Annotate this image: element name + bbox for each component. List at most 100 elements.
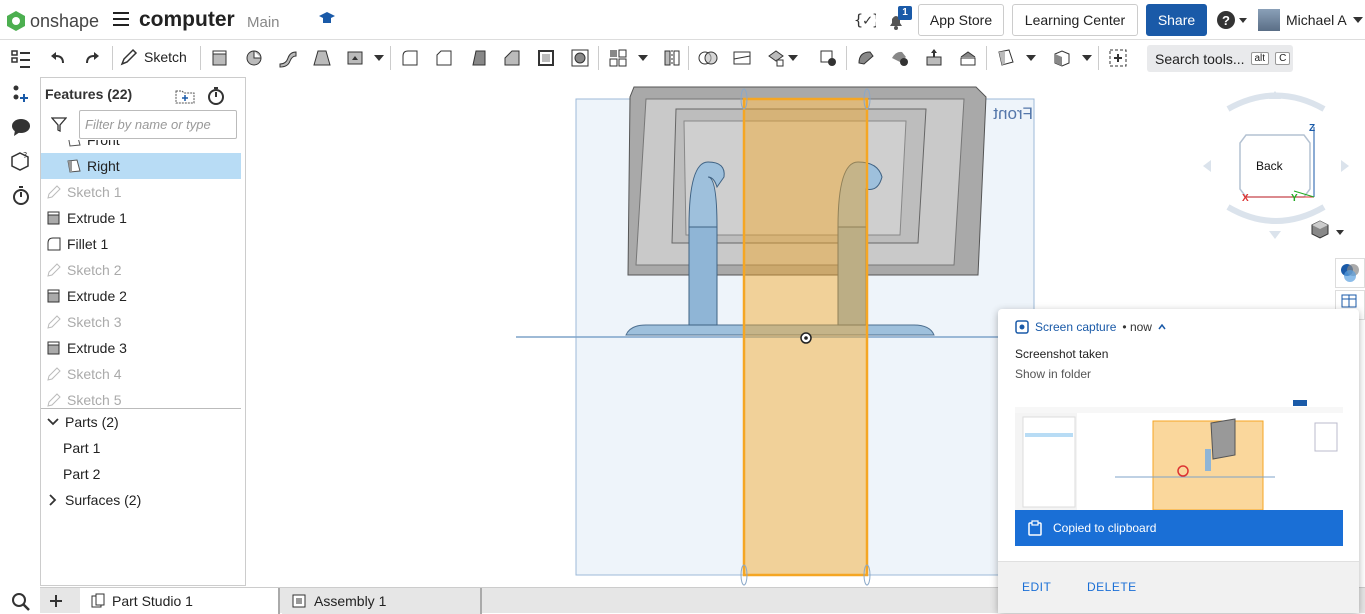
feature-item-sketch-4[interactable]: Sketch 4 xyxy=(41,361,241,387)
undo-icon[interactable] xyxy=(48,48,68,68)
sketch-button[interactable]: Sketch xyxy=(120,48,187,66)
assembly-icon xyxy=(292,594,306,608)
help-icon[interactable]: ? xyxy=(1216,10,1248,30)
shell-icon[interactable] xyxy=(536,48,556,68)
extrude-icon[interactable] xyxy=(210,48,230,68)
thicken-icon[interactable] xyxy=(346,48,366,68)
view-orientation-icon[interactable] xyxy=(1052,48,1072,68)
modify-fillet-icon[interactable] xyxy=(856,48,876,68)
stand-post-left[interactable] xyxy=(688,226,718,326)
share-button[interactable]: Share xyxy=(1146,4,1207,36)
app-store-button[interactable]: App Store xyxy=(918,4,1004,36)
appearance-panel-button[interactable] xyxy=(1335,258,1365,288)
parts-info-icon[interactable]: ? xyxy=(10,150,32,172)
hole-icon[interactable] xyxy=(570,48,590,68)
learning-center-button[interactable]: Learning Center xyxy=(1012,4,1138,36)
rollback-timer-icon[interactable] xyxy=(206,86,226,106)
stopwatch-icon[interactable] xyxy=(10,184,32,206)
show-in-folder-link[interactable]: Show in folder xyxy=(1015,367,1091,381)
document-title[interactable]: computer xyxy=(139,8,235,32)
toolbar-divider xyxy=(598,46,599,70)
surfaces-group-header[interactable]: Surfaces (2) xyxy=(41,487,241,513)
fillet-icon[interactable] xyxy=(400,48,420,68)
feature-list-icon[interactable] xyxy=(10,48,32,70)
redo-icon[interactable] xyxy=(82,48,102,68)
screenshot-thumbnail[interactable] xyxy=(1015,399,1343,510)
mirror-icon[interactable] xyxy=(662,48,682,68)
draft-icon[interactable] xyxy=(468,48,488,68)
parts-group-header[interactable]: Parts (2) xyxy=(41,409,241,435)
plane-icon xyxy=(68,140,81,147)
axis-x-label: X xyxy=(1242,193,1249,204)
view-cube-face-label: Back xyxy=(1256,159,1284,173)
pattern-icon[interactable] xyxy=(608,48,628,68)
filter-input[interactable]: Filter by name or type xyxy=(79,110,237,139)
chevron-down-icon[interactable] xyxy=(638,55,648,61)
view-display-mode-icon[interactable] xyxy=(1311,220,1344,239)
notification-actions: EDIT DELETE xyxy=(998,561,1359,613)
branch-label[interactable]: Main xyxy=(247,14,280,31)
feature-item-fillet-1[interactable]: Fillet 1 xyxy=(41,231,241,257)
loft-icon[interactable] xyxy=(312,48,332,68)
screenshot-notification[interactable]: Screen capture • now Screenshot taken Sh… xyxy=(998,309,1359,613)
add-folder-icon[interactable] xyxy=(175,87,195,105)
delete-button[interactable]: DELETE xyxy=(1087,580,1137,594)
add-custom-feature-icon[interactable] xyxy=(1108,48,1128,68)
feature-item-extrude-3[interactable]: Extrude 3 xyxy=(41,335,241,361)
rib-icon[interactable] xyxy=(502,48,522,68)
chevron-down-icon xyxy=(47,418,59,426)
extrude-icon xyxy=(47,289,60,303)
chevron-up-icon[interactable] xyxy=(1158,324,1166,330)
feature-item-sketch-1[interactable]: Sketch 1 xyxy=(41,179,241,205)
extrude-icon xyxy=(47,211,60,225)
delete-face-icon[interactable] xyxy=(890,48,910,68)
part-item[interactable]: Part 2 xyxy=(41,461,241,487)
top-bar: onshape computer Main {✓} 1 App Store Le… xyxy=(0,0,1365,40)
plane-icon[interactable] xyxy=(996,48,1016,68)
comments-icon[interactable] xyxy=(10,116,32,138)
fillet-icon xyxy=(47,237,61,251)
toolbar-divider xyxy=(390,46,391,70)
tab-part-studio-1[interactable]: Part Studio 1 xyxy=(80,588,278,614)
replace-face-icon[interactable] xyxy=(958,48,978,68)
tab-divider xyxy=(278,588,280,614)
chevron-down-icon[interactable] xyxy=(374,55,384,61)
move-face-icon[interactable] xyxy=(924,48,944,68)
sweep-icon[interactable] xyxy=(278,48,298,68)
tab-assembly-1[interactable]: Assembly 1 xyxy=(282,588,480,614)
left-rail: ? xyxy=(0,40,40,613)
chevron-down-icon[interactable] xyxy=(788,55,798,61)
feature-item-sketch-3[interactable]: Sketch 3 xyxy=(41,309,241,335)
chevron-down-icon[interactable] xyxy=(1082,55,1092,61)
add-tab-icon[interactable] xyxy=(49,594,63,608)
part-item[interactable]: Part 1 xyxy=(41,435,241,461)
search-icon[interactable] xyxy=(10,591,32,613)
chamfer-icon[interactable] xyxy=(434,48,454,68)
onshape-logo-icon xyxy=(7,11,25,31)
transform-icon[interactable] xyxy=(766,48,786,68)
search-tools-box[interactable]: Search tools... alt C xyxy=(1147,45,1293,72)
feature-item-sketch-2[interactable]: Sketch 2 xyxy=(41,257,241,283)
filter-icon[interactable] xyxy=(51,116,67,132)
add-part-icon[interactable] xyxy=(10,82,32,104)
feature-item-front[interactable]: Front xyxy=(41,140,241,153)
delete-part-icon[interactable] xyxy=(818,48,838,68)
main-menu-icon[interactable] xyxy=(113,12,129,26)
toolbar-divider xyxy=(986,46,987,70)
user-menu[interactable]: Michael A xyxy=(1258,9,1363,31)
tab-divider xyxy=(480,588,482,614)
view-cube[interactable]: Back Z X Y xyxy=(1203,91,1349,239)
revolve-icon[interactable] xyxy=(244,48,264,68)
feature-item-sketch-5[interactable]: Sketch 5 xyxy=(41,387,241,408)
split-icon[interactable] xyxy=(732,48,752,68)
feature-item-extrude-2[interactable]: Extrude 2 xyxy=(41,283,241,309)
chevron-down-icon[interactable] xyxy=(1026,55,1036,61)
variables-icon[interactable]: {✓} xyxy=(854,11,876,29)
boolean-icon[interactable] xyxy=(698,48,718,68)
shortcut-key: alt xyxy=(1250,52,1270,65)
onshape-logo[interactable]: onshape xyxy=(6,10,99,32)
feature-item-right[interactable]: Right xyxy=(41,153,241,179)
feature-item-extrude-1[interactable]: Extrude 1 xyxy=(41,205,241,231)
education-cap-icon[interactable] xyxy=(318,11,336,27)
edit-button[interactable]: EDIT xyxy=(1022,580,1051,594)
